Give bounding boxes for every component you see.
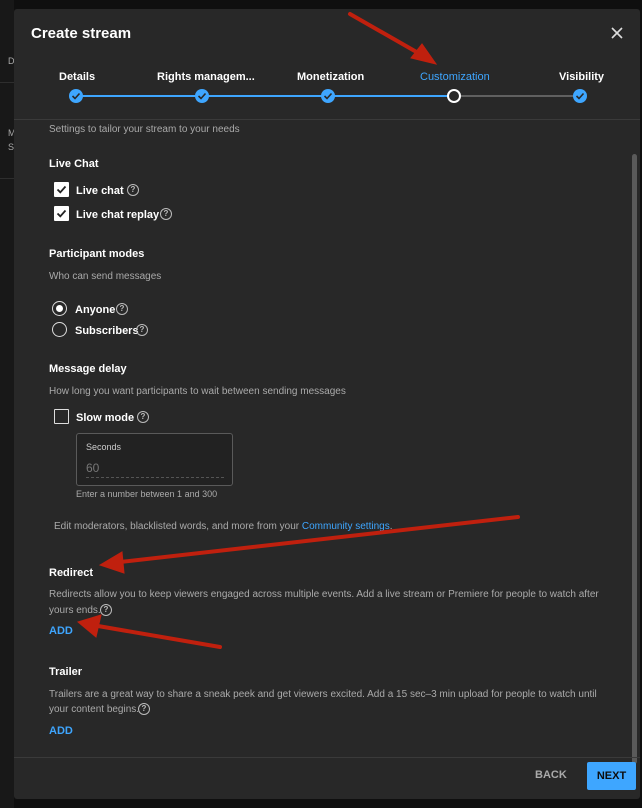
community-text-after: . xyxy=(389,521,393,532)
stepper-remaining-line xyxy=(454,95,580,97)
close-icon xyxy=(611,27,623,39)
seconds-field-label: Seconds xyxy=(86,442,122,452)
trailer-description-line2: your content begins. xyxy=(49,704,139,715)
tab-customization[interactable]: Customization xyxy=(420,71,490,83)
tab-rights-management[interactable]: Rights managem... xyxy=(157,71,255,83)
back-button[interactable]: BACK xyxy=(535,769,567,781)
trailer-description-text: your content begins. xyxy=(49,704,140,715)
participant-modes-title: Participant modes xyxy=(49,248,145,260)
trailer-description-line1: Trailers are a great way to share a snea… xyxy=(49,689,597,700)
trailer-add-button[interactable]: ADD xyxy=(49,725,73,737)
community-settings-text: Edit moderators, blacklisted words, and … xyxy=(54,521,392,532)
trailer-title: Trailer xyxy=(49,666,83,678)
help-icon[interactable]: ? xyxy=(116,303,128,315)
subscribers-label: Subscribers xyxy=(75,325,139,337)
checkmark-icon xyxy=(56,185,67,194)
intro-text: Settings to tailor your stream to your n… xyxy=(49,124,240,135)
help-icon[interactable]: ? xyxy=(136,324,148,336)
live-chat-replay-checkbox[interactable] xyxy=(54,206,69,221)
message-delay-title: Message delay xyxy=(49,363,127,375)
create-stream-dialog: Create stream Details Rights managem... … xyxy=(14,9,640,799)
help-icon[interactable]: ? xyxy=(160,208,172,220)
close-button[interactable] xyxy=(608,24,626,42)
message-delay-subtitle: How long you want participants to wait b… xyxy=(49,386,346,397)
help-icon[interactable]: ? xyxy=(137,411,149,423)
dialog-title: Create stream xyxy=(31,25,132,42)
customization-content: Settings to tailor your stream to your n… xyxy=(14,119,628,757)
community-settings-link[interactable]: Community settings xyxy=(302,521,390,532)
stepper-progress-line xyxy=(76,95,454,97)
help-icon[interactable]: ? xyxy=(138,703,150,715)
live-chat-checkbox[interactable] xyxy=(54,182,69,197)
seconds-field[interactable]: Seconds xyxy=(76,433,233,486)
redirect-add-button[interactable]: ADD xyxy=(49,625,73,637)
subscribers-radio[interactable] xyxy=(52,322,67,337)
next-button[interactable]: NEXT xyxy=(587,762,636,790)
seconds-input[interactable] xyxy=(86,461,224,478)
step-complete-icon[interactable] xyxy=(69,89,83,103)
dialog-header: Create stream xyxy=(14,9,640,61)
redirect-description-line2: yours ends. xyxy=(49,605,101,616)
redirect-description-line1: Redirects allow you to keep viewers enga… xyxy=(49,589,599,600)
background-divider xyxy=(0,82,14,83)
live-chat-replay-label: Live chat replay xyxy=(76,209,160,221)
dialog-footer: BACK NEXT xyxy=(14,757,640,799)
background-divider xyxy=(0,178,14,179)
slow-mode-label: Slow mode xyxy=(76,412,135,424)
live-chat-label: Live chat xyxy=(76,185,124,197)
slow-mode-checkbox[interactable] xyxy=(54,409,69,424)
help-icon[interactable]: ? xyxy=(100,604,112,616)
step-current-icon[interactable] xyxy=(447,89,461,103)
community-text-before: Edit moderators, blacklisted words, and … xyxy=(54,521,302,532)
background-page: D M S xyxy=(0,0,16,808)
step-complete-icon[interactable] xyxy=(195,89,209,103)
anyone-radio[interactable] xyxy=(52,301,67,316)
tab-details[interactable]: Details xyxy=(59,71,95,83)
radio-selected-dot xyxy=(56,305,63,312)
live-chat-title: Live Chat xyxy=(49,158,99,170)
participant-modes-subtitle: Who can send messages xyxy=(49,271,162,282)
anyone-label: Anyone xyxy=(75,304,116,316)
seconds-hint: Enter a number between 1 and 300 xyxy=(76,489,218,499)
step-complete-icon[interactable] xyxy=(573,89,587,103)
stepper: Details Rights managem... Monetization C… xyxy=(14,69,640,119)
tab-visibility[interactable]: Visibility xyxy=(559,71,604,83)
checkmark-icon xyxy=(56,209,67,218)
step-complete-icon[interactable] xyxy=(321,89,335,103)
redirect-description-text: yours ends. xyxy=(49,605,101,616)
redirect-title: Redirect xyxy=(49,567,94,579)
help-icon[interactable]: ? xyxy=(127,184,139,196)
tab-monetization[interactable]: Monetization xyxy=(297,71,364,83)
scrollbar[interactable] xyxy=(632,154,637,764)
